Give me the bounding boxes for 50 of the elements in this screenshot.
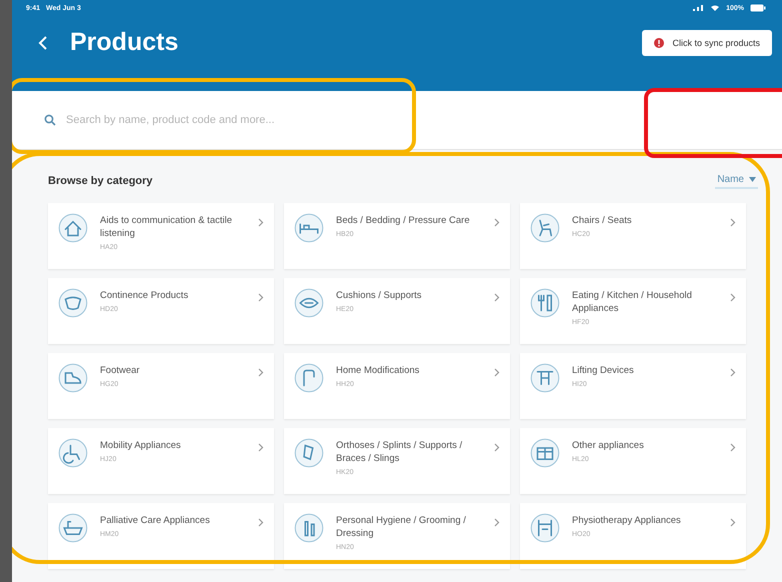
chevron-right-icon <box>730 518 736 527</box>
category-name: Beds / Bedding / Pressure Care <box>336 215 471 228</box>
cutlery-icon <box>530 288 560 318</box>
battery-icon <box>750 4 766 12</box>
wheelchair-icon <box>58 438 88 468</box>
chevron-right-icon <box>258 218 264 227</box>
house-icon <box>58 213 88 243</box>
chevron-right-icon <box>494 218 500 227</box>
back-icon[interactable] <box>38 34 48 50</box>
chevron-right-icon <box>730 368 736 377</box>
category-name: Continence Products <box>100 290 190 303</box>
chevron-right-icon <box>494 518 500 527</box>
category-name: Other appliances <box>572 440 645 453</box>
chevron-right-icon <box>258 443 264 452</box>
chevron-right-icon <box>258 368 264 377</box>
shoe-icon <box>58 363 88 393</box>
search-icon <box>44 114 56 126</box>
chevron-right-icon <box>730 443 736 452</box>
chevron-right-icon <box>494 443 500 452</box>
chevron-right-icon <box>258 293 264 302</box>
category-name: Physiotherapy Appliances <box>572 515 682 528</box>
category-name: Mobility Appliances <box>100 440 182 453</box>
section-title: Browse by category <box>48 174 153 186</box>
category-name: Eating / Kitchen / Household Appliances <box>572 290 693 316</box>
alert-icon <box>654 38 664 48</box>
category-name: Lifting Devices <box>572 365 635 378</box>
category-name: Chairs / Seats <box>572 215 633 228</box>
category-name: Cushions / Supports <box>336 290 423 303</box>
search-field[interactable]: Search by name, product code and more... <box>44 113 444 127</box>
bed-icon <box>294 213 324 243</box>
bath-icon <box>58 513 88 543</box>
chevron-right-icon <box>730 218 736 227</box>
chevron-right-icon <box>494 293 500 302</box>
category-name: Home Modifications <box>336 365 420 378</box>
wifi-icon <box>710 4 720 12</box>
category-name: Footwear <box>100 365 141 378</box>
category-name: Orthoses / Splints / Supports / Braces / Slings <box>336 440 464 466</box>
signal-icon <box>692 4 704 12</box>
chevron-right-icon <box>730 293 736 302</box>
cushion-icon <box>294 288 324 318</box>
chevron-right-icon <box>494 368 500 377</box>
chair-icon <box>530 213 560 243</box>
page-title: Products <box>70 28 178 57</box>
caret-icon <box>749 177 756 182</box>
category-name: Palliative Care Appliances <box>100 515 211 528</box>
category-name: Aids to communication & tactile listening <box>100 215 234 241</box>
chevron-right-icon <box>258 518 264 527</box>
box-icon <box>530 438 560 468</box>
sync-button[interactable]: Click to sync products <box>642 30 772 56</box>
category-name: Personal Hygiene / Grooming / Dressing <box>336 515 467 541</box>
